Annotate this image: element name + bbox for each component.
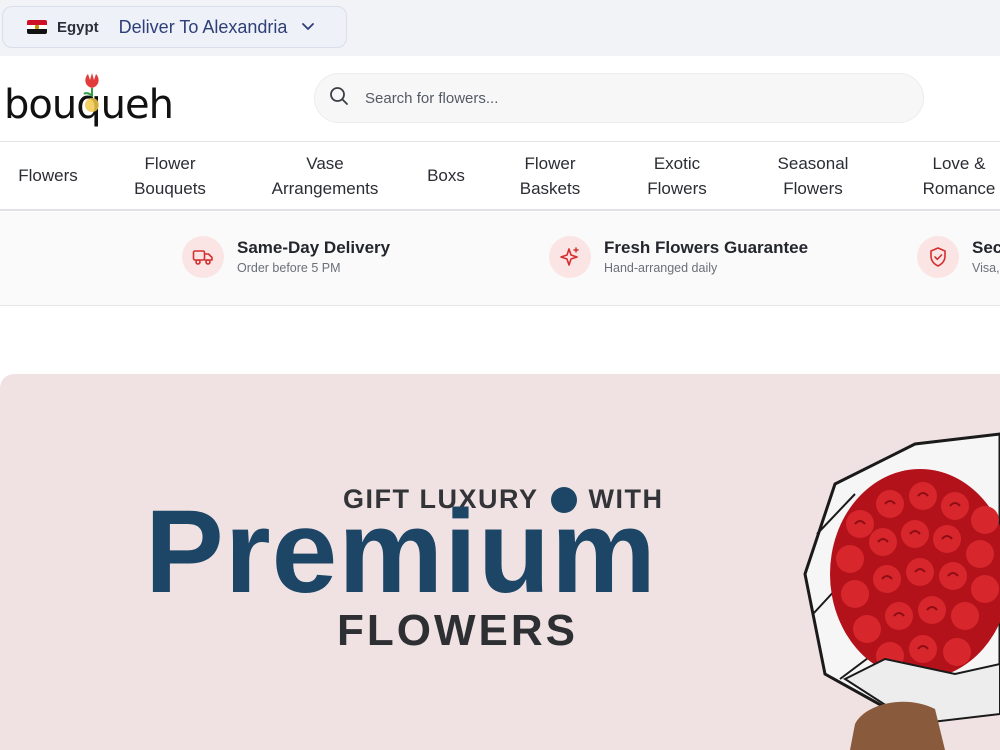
feature-title: Fresh Flowers Guarantee	[604, 238, 809, 257]
location-bar: Egypt Deliver To Alexandria	[0, 0, 1000, 56]
feature-title: Same-Day Delivery	[237, 238, 391, 257]
nav-item-exotic-flowers[interactable]: Exotic Flowers	[627, 142, 727, 209]
location-selector[interactable]: Egypt Deliver To Alexandria	[2, 6, 347, 48]
hero-headline: Premium	[145, 486, 657, 618]
nav-item-boxs[interactable]: Boxs	[416, 142, 476, 209]
nav-item-love-romance[interactable]: Love & Romance	[912, 142, 1000, 209]
feature-secure-payment: Sec Visa,	[917, 236, 1000, 278]
nav-item-vase-arrangements[interactable]: Vase Arrangements	[254, 142, 396, 209]
egypt-flag-icon	[27, 20, 47, 34]
shield-check-icon	[917, 236, 959, 278]
truck-icon	[182, 236, 224, 278]
feature-fresh-flowers: Fresh Flowers Guarantee Hand-arranged da…	[549, 236, 808, 278]
bouqueh-logo[interactable]: bouqueh	[2, 70, 174, 128]
search-input[interactable]	[365, 89, 865, 107]
feature-subtitle: Order before 5 PM	[237, 261, 341, 275]
feature-subtitle: Visa,	[972, 261, 1000, 275]
rose-bouquet-image	[803, 432, 1000, 750]
nav-item-flower-baskets[interactable]: Flower Baskets	[500, 142, 600, 209]
search-bar[interactable]	[314, 73, 924, 123]
nav-item-flower-bouquets[interactable]: Flower Bouquets	[112, 142, 228, 209]
sparkle-icon	[549, 236, 591, 278]
feature-subtitle: Hand-arranged daily	[604, 261, 718, 275]
nav-item-seasonal-flowers[interactable]: Seasonal Flowers	[758, 142, 868, 209]
chevron-down-icon	[301, 20, 315, 34]
site-header: bouqueh	[0, 56, 1000, 142]
feature-same-day-delivery: Same-Day Delivery Order before 5 PM	[182, 236, 390, 278]
category-nav: Flowers Flower Bouquets Vase Arrangement…	[0, 142, 1000, 211]
hero-subheadline: FLOWERS	[337, 606, 578, 655]
nav-item-flowers[interactable]: Flowers	[0, 142, 96, 209]
features-strip: Same-Day Delivery Order before 5 PM Fres…	[0, 212, 1000, 306]
country-label: Egypt	[57, 18, 99, 36]
search-icon	[329, 86, 349, 111]
feature-title: Sec	[972, 238, 1000, 257]
deliver-to-label: Deliver To Alexandria	[118, 16, 288, 37]
hero-banner[interactable]: GIFT LUXURY WITH Premium FLOWERS	[0, 374, 1000, 750]
